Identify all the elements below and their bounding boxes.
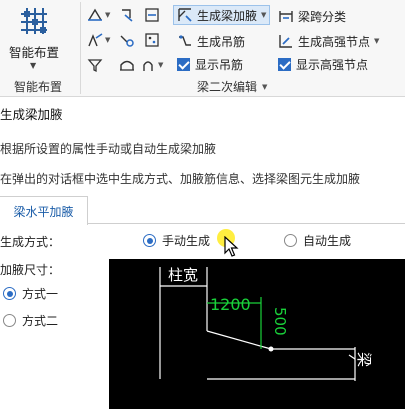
checkbox-checked-icon[interactable] [177, 57, 190, 71]
gen-hanger-button[interactable]: 生成吊筋 [177, 31, 245, 51]
chevron-down-icon[interactable]: ▼ [262, 83, 267, 91]
gen-strong-node-label: 生成高强节点 [298, 34, 371, 49]
ribbon: 智能布置 ▼ 智能布置 ▼ ▼ ▼ 生成梁加腋 ▼ 生成吊筋 显示吊筋 梁跨分类… [0, 0, 405, 97]
gen-hanger-label: 生成吊筋 [197, 34, 246, 49]
tab-horizontal-haunch[interactable]: 梁水平加腋 [0, 196, 88, 225]
chevron-down-icon: ▼ [261, 11, 267, 19]
rebar-tool-icon[interactable] [119, 32, 135, 48]
radio-selected-icon[interactable] [3, 287, 16, 300]
chevron-down-icon: ▼ [30, 61, 37, 70]
radio-option1-label: 方式一 [22, 287, 59, 301]
span-classify-icon [279, 11, 293, 22]
beam-section-icon[interactable] [144, 7, 160, 23]
radio-manual[interactable]: 手动生成 [143, 232, 210, 249]
edit-beam-icon[interactable] [87, 32, 103, 48]
diagram-dim-1200: 1200 [210, 295, 251, 314]
gen-haunch-button[interactable]: 生成梁加腋 ▼ [173, 5, 271, 25]
haunch-icon [178, 8, 192, 22]
chevron-down-icon: ▼ [374, 37, 380, 45]
radio-option2-label: 方式二 [22, 314, 59, 328]
strong-node-icon [279, 35, 292, 48]
radio-manual-label: 手动生成 [162, 234, 211, 248]
radio-option1[interactable]: 方式一 [3, 285, 58, 302]
gen-mode-label: 生成方式： [0, 235, 61, 249]
smart-layout-button[interactable]: 智能布置 ▼ [0, 0, 68, 75]
group-label-beam-edit: 梁二次编辑 [197, 80, 258, 94]
gen-haunch-label: 生成梁加腋 [197, 8, 258, 23]
show-hanger-checkbox[interactable]: 显示吊筋 [177, 54, 243, 74]
diagram-dim-500: 500 [271, 307, 289, 336]
chevron-down-icon[interactable]: ▼ [105, 36, 110, 44]
pick-beam-icon[interactable] [119, 7, 135, 23]
haunch-preview-diagram: 柱宽 1200 500 梁 [109, 259, 405, 409]
group-divider [80, 2, 81, 94]
haunch-help-panel: 生成梁加腋 根据所设置的属性手动或自动生成梁加腋 在弹出的对话框中选中生成方式、… [0, 97, 405, 409]
funnel-tool-icon[interactable] [87, 57, 103, 73]
diagram-beam-label: 梁 [355, 352, 373, 367]
radio-selected-icon[interactable] [143, 234, 156, 247]
span-classify-button[interactable]: 梁跨分类 [278, 6, 346, 26]
diagram-col-width-text: 柱宽 [168, 266, 198, 284]
checkbox-checked-icon[interactable] [278, 57, 291, 71]
radio-auto-label: 自动生成 [303, 234, 352, 248]
show-strong-node-label: 显示高强节点 [296, 57, 369, 72]
span-classify-label: 梁跨分类 [298, 9, 347, 24]
panel-title: 生成梁加腋 [0, 107, 63, 122]
tab-strip: 梁水平加腋 [0, 196, 405, 225]
radio-auto[interactable]: 自动生成 [284, 232, 351, 249]
hanger-icon [179, 35, 191, 46]
chevron-down-icon[interactable]: ▼ [105, 11, 110, 19]
radio-unselected-icon[interactable] [284, 234, 297, 247]
lock-tool-icon[interactable] [140, 57, 156, 73]
haunch-size-label: 加腋尺寸： [0, 263, 61, 277]
haunch-diagram-svg: 柱宽 1200 500 梁 [159, 266, 373, 381]
group-label-smart-layout: 智能布置 [14, 80, 63, 94]
gen-strong-node-button[interactable]: 生成高强节点 ▼ [278, 31, 379, 51]
mouse-cursor-icon [224, 236, 239, 257]
show-hanger-label: 显示吊筋 [195, 57, 244, 72]
calc-tool-icon[interactable] [144, 32, 160, 48]
radio-option2[interactable]: 方式二 [3, 312, 58, 329]
chevron-down-icon[interactable]: ▼ [158, 61, 163, 69]
radio-unselected-icon[interactable] [3, 314, 16, 327]
show-strong-node-checkbox[interactable]: 显示高强节点 [278, 54, 368, 74]
panel-description-2: 在弹出的对话框中选中生成方式、加腋筋信息、选择梁图元生成加腋 [0, 172, 361, 186]
grid-layout-icon [21, 8, 47, 34]
arch-tool-icon[interactable] [119, 57, 135, 73]
draw-beam-icon[interactable] [87, 7, 103, 23]
smart-layout-label: 智能布置 [8, 45, 59, 60]
panel-description-1: 根据所设置的属性手动或自动生成梁加腋 [0, 142, 217, 156]
